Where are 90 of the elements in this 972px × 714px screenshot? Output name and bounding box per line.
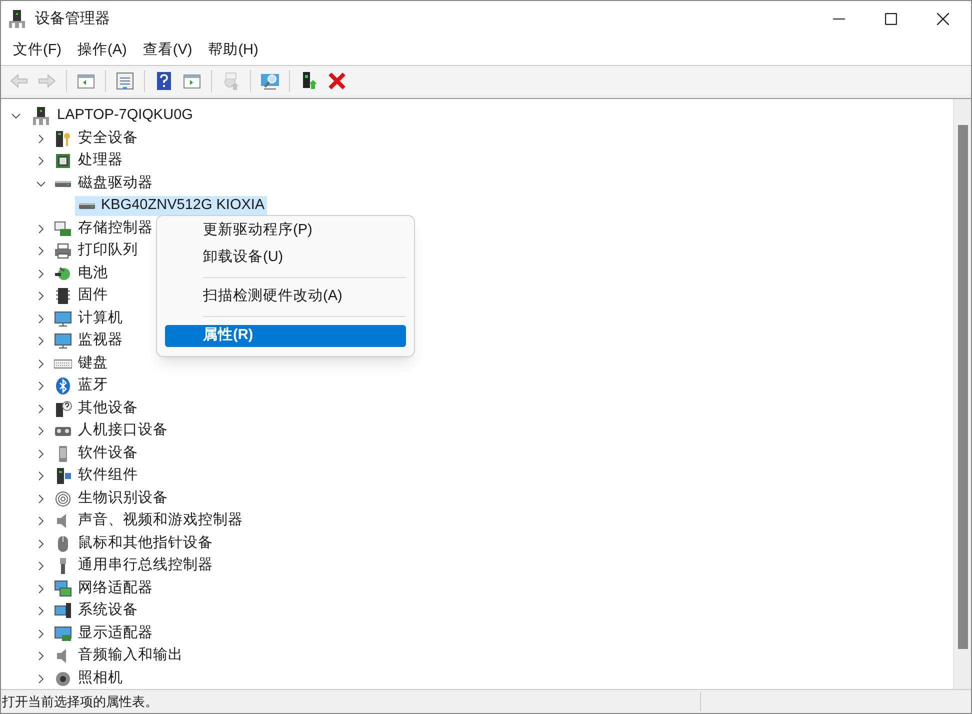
expand-icon[interactable]: [36, 651, 46, 662]
tree-item[interactable]: 声音、视频和游戏控制器: [78, 510, 243, 532]
delete-icon[interactable]: [328, 72, 346, 90]
expand-icon[interactable]: [36, 448, 46, 459]
device-question-icon: [54, 400, 72, 418]
tree-item[interactable]: 通用串行总线控制器: [78, 555, 213, 578]
tree-item[interactable]: 照相机: [78, 668, 123, 689]
computer-icon: [9, 10, 25, 28]
expand-icon[interactable]: [36, 134, 46, 144]
window-panel-icon[interactable]: [183, 72, 201, 90]
menu-item[interactable]: 文件(F): [5, 40, 70, 62]
help-icon[interactable]: [155, 72, 173, 90]
window-title: 设备管理器: [35, 8, 110, 29]
expand-icon[interactable]: [36, 291, 46, 302]
menu-item[interactable]: 卸载设备(U): [165, 247, 406, 269]
expand-icon[interactable]: [36, 314, 46, 324]
tree-item[interactable]: 软件组件: [78, 465, 138, 488]
webcam-icon: [54, 670, 72, 688]
device-upload-icon[interactable]: [300, 72, 318, 90]
monitor-icon: [54, 332, 72, 350]
tree-item[interactable]: 电池: [78, 262, 108, 285]
tree-item[interactable]: 存储控制器: [78, 218, 153, 240]
expand-icon[interactable]: [36, 674, 46, 684]
microchip-icon: [54, 287, 72, 306]
expand-icon[interactable]: [36, 516, 46, 526]
maximize-icon[interactable]: [885, 13, 897, 25]
expand-icon[interactable]: [36, 336, 46, 346]
expand-icon[interactable]: [36, 561, 46, 572]
tree-item[interactable]: 键盘: [78, 352, 108, 375]
tree-item[interactable]: 其他设备: [78, 398, 138, 420]
collapse-icon[interactable]: [11, 111, 21, 122]
tree-item[interactable]: 固件: [78, 285, 108, 308]
monitor-magnifier-icon[interactable]: [261, 72, 279, 90]
expand-icon[interactable]: [36, 584, 46, 594]
menu-item[interactable]: 属性(R): [165, 325, 406, 347]
collapse-icon[interactable]: [36, 178, 46, 189]
tree-item[interactable]: 安全设备: [78, 128, 138, 150]
chip-icon: [54, 152, 72, 170]
tree-item[interactable]: 网络适配器: [78, 578, 153, 600]
expand-icon[interactable]: [36, 426, 46, 436]
expand-icon[interactable]: [36, 606, 46, 616]
expand-icon[interactable]: [36, 628, 46, 639]
monitor-card-icon: [54, 624, 72, 643]
tree-item[interactable]: LAPTOP-7QIQKU0G: [57, 105, 193, 128]
network-icon: [54, 580, 72, 598]
printer-icon: [54, 242, 72, 260]
expand-icon[interactable]: [36, 471, 46, 482]
tower-key-icon: [54, 130, 72, 148]
bluetooth-icon: [54, 377, 72, 396]
menu-item[interactable]: 操作(A): [70, 40, 135, 62]
expand-icon[interactable]: [36, 538, 46, 549]
monitor-tower-icon: [54, 602, 72, 620]
menu-item[interactable]: 查看(V): [134, 40, 200, 62]
menu-item[interactable]: 更新驱动程序(P): [165, 220, 406, 242]
tree-item[interactable]: 计算机: [78, 308, 123, 330]
tree-item[interactable]: 人机接口设备: [78, 420, 168, 442]
tree-item[interactable]: KBG40ZNV512G KIOXIA: [75, 196, 267, 216]
window-panel-icon[interactable]: [77, 72, 95, 90]
expand-icon[interactable]: [36, 224, 46, 234]
expand-icon[interactable]: [36, 268, 46, 279]
drive-icon: [79, 203, 95, 210]
tree-item[interactable]: 监视器: [78, 330, 123, 352]
tree-item[interactable]: 软件设备: [78, 442, 138, 465]
tree-item[interactable]: 蓝牙: [78, 375, 108, 398]
status-text: 打开当前选择项的属性表。: [1, 692, 701, 712]
tree-item[interactable]: 磁盘驱动器: [78, 172, 153, 195]
tree-item[interactable]: 音频输入和输出: [78, 645, 183, 668]
expand-icon[interactable]: [36, 246, 46, 256]
menu-item[interactable]: 扫描检测硬件改动(A): [165, 286, 406, 308]
fingerprint-icon: [54, 490, 72, 508]
component-icon: [54, 467, 72, 486]
expand-icon[interactable]: [36, 381, 46, 392]
tree-item[interactable]: 打印队列: [78, 240, 138, 262]
drive-icon: [55, 180, 71, 187]
tree-item[interactable]: 生物识别设备: [78, 488, 168, 510]
menu-item[interactable]: 帮助(H): [200, 40, 266, 62]
expand-icon[interactable]: [36, 494, 46, 504]
tree-item[interactable]: 显示适配器: [78, 622, 153, 645]
list-window-icon[interactable]: [116, 72, 134, 90]
storage-controller-icon: [54, 220, 72, 238]
expand-icon[interactable]: [36, 404, 46, 414]
expand-icon[interactable]: [36, 156, 46, 166]
tree-item[interactable]: 系统设备: [78, 600, 138, 622]
scrollbar-thumb[interactable]: [958, 125, 968, 649]
tree-item[interactable]: 鼠标和其他指针设备: [78, 532, 213, 555]
computer-icon: [33, 107, 49, 126]
tree-item[interactable]: 处理器: [78, 150, 123, 172]
expand-icon[interactable]: [36, 358, 46, 369]
monitor-icon: [54, 310, 72, 328]
close-icon[interactable]: [937, 13, 949, 25]
